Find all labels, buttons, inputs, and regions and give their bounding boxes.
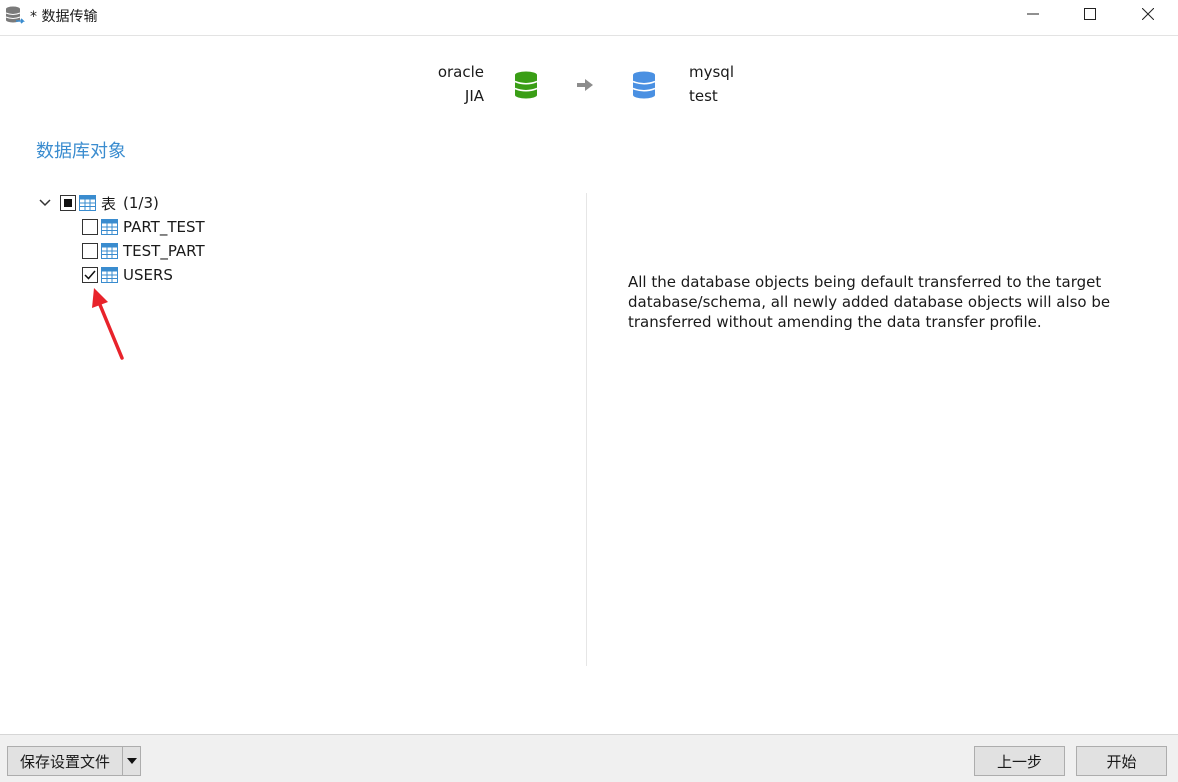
data-transfer-app-icon xyxy=(5,6,25,24)
arrow-right-icon xyxy=(577,79,593,91)
save-profile-button[interactable]: 保存设置文件 xyxy=(7,746,123,776)
tree-root-tables[interactable]: 表 (1/3) xyxy=(37,192,159,214)
target-connection-name: mysql xyxy=(689,63,734,81)
item-label: TEST_PART xyxy=(123,242,205,260)
item-checkbox[interactable] xyxy=(82,243,98,259)
close-icon xyxy=(1142,8,1154,20)
description-text: All the database objects being default t… xyxy=(628,273,1111,331)
previous-button[interactable]: 上一步 xyxy=(974,746,1065,776)
dropdown-arrow-icon xyxy=(126,758,137,764)
chevron-down-icon[interactable] xyxy=(37,195,53,211)
start-button[interactable]: 开始 xyxy=(1076,746,1167,776)
checkmark-icon xyxy=(84,270,96,280)
window-title: * 数据传输 xyxy=(30,9,98,25)
tree-item[interactable]: PART_TEST xyxy=(82,216,205,238)
tree-root-count: (1/3) xyxy=(123,194,159,212)
table-icon xyxy=(101,219,118,235)
tables-checkbox[interactable] xyxy=(60,195,76,211)
minimize-icon xyxy=(1027,13,1039,15)
table-icon xyxy=(79,195,96,211)
table-icon xyxy=(101,243,118,259)
item-label: PART_TEST xyxy=(123,218,205,236)
maximize-button[interactable] xyxy=(1061,0,1119,28)
target-database-name: test xyxy=(689,87,718,105)
tree-item[interactable]: TEST_PART xyxy=(82,240,205,262)
tree-item[interactable]: USERS xyxy=(82,264,173,286)
footer-bar: 保存设置文件 上一步 开始 xyxy=(0,734,1178,782)
panel-divider xyxy=(586,193,587,666)
close-button[interactable] xyxy=(1119,0,1177,28)
item-checkbox[interactable] xyxy=(82,219,98,235)
source-database-name: JIA xyxy=(464,87,484,105)
item-label: USERS xyxy=(123,266,173,284)
title-bar: * 数据传输 xyxy=(0,0,1178,36)
source-database-icon xyxy=(514,71,538,99)
tree-root-label: 表 xyxy=(101,194,117,213)
section-title: 数据库对象 xyxy=(36,141,126,162)
item-checkbox-checked[interactable] xyxy=(82,267,98,283)
minimize-button[interactable] xyxy=(1004,0,1062,28)
red-annotation-arrow-icon xyxy=(92,288,124,360)
table-icon xyxy=(101,267,118,283)
save-profile-dropdown[interactable] xyxy=(122,746,141,776)
maximize-icon xyxy=(1084,8,1096,20)
source-connection-name: oracle xyxy=(437,63,484,81)
target-database-icon xyxy=(632,71,656,99)
